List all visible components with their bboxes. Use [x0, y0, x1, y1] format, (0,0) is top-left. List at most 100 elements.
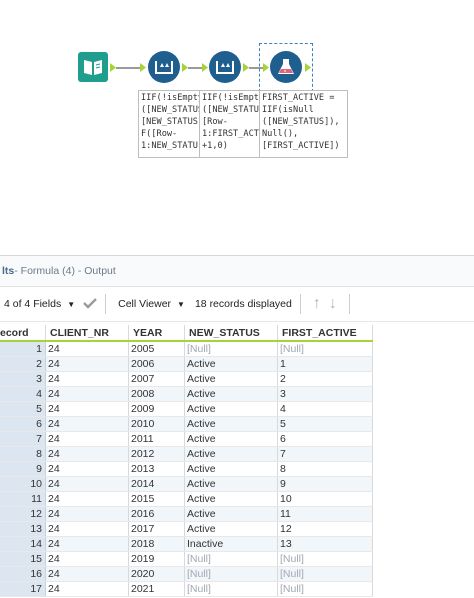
- record-number-cell[interactable]: 3: [0, 371, 46, 387]
- table-row[interactable]: 7 24 2011 Active 6: [0, 431, 373, 447]
- table-row[interactable]: 13 24 2017 Active 12: [0, 521, 373, 537]
- input-anchor[interactable]: [140, 63, 146, 72]
- first-active-cell[interactable]: 3: [277, 386, 373, 402]
- first-active-cell[interactable]: [Null]: [277, 581, 373, 597]
- new-status-cell[interactable]: Active: [184, 491, 278, 507]
- client-nr-cell[interactable]: 24: [45, 401, 129, 417]
- year-cell[interactable]: 2007: [128, 371, 185, 387]
- table-row[interactable]: 6 24 2010 Active 5: [0, 416, 373, 432]
- first-active-cell[interactable]: 5: [277, 416, 373, 432]
- client-nr-cell[interactable]: 24: [45, 356, 129, 372]
- client-nr-cell[interactable]: 24: [45, 551, 129, 567]
- record-number-cell[interactable]: 13: [0, 521, 46, 537]
- formula-tool[interactable]: [270, 51, 302, 83]
- record-number-cell[interactable]: 8: [0, 446, 46, 462]
- multi-row-formula-tool-1[interactable]: [148, 51, 180, 83]
- new-status-cell[interactable]: Active: [184, 386, 278, 402]
- first-active-cell[interactable]: 11: [277, 506, 373, 522]
- table-row[interactable]: 5 24 2009 Active 4: [0, 401, 373, 417]
- table-row[interactable]: 9 24 2013 Active 8: [0, 461, 373, 477]
- year-cell[interactable]: 2019: [128, 551, 185, 567]
- new-status-cell[interactable]: [Null]: [184, 566, 278, 582]
- new-status-cell[interactable]: [Null]: [184, 341, 278, 357]
- first-active-cell[interactable]: [Null]: [277, 566, 373, 582]
- client-nr-cell[interactable]: 24: [45, 446, 129, 462]
- new-status-cell[interactable]: Active: [184, 416, 278, 432]
- new-status-cell[interactable]: Inactive: [184, 536, 278, 552]
- input-data-tool[interactable]: [78, 52, 108, 82]
- record-number-cell[interactable]: 15: [0, 551, 46, 567]
- first-active-cell[interactable]: [Null]: [277, 341, 373, 357]
- client-nr-cell[interactable]: 24: [45, 581, 129, 597]
- new-status-cell[interactable]: Active: [184, 431, 278, 447]
- new-status-cell[interactable]: [Null]: [184, 581, 278, 597]
- client-nr-cell[interactable]: 24: [45, 506, 129, 522]
- table-row[interactable]: 4 24 2008 Active 3: [0, 386, 373, 402]
- year-cell[interactable]: 2006: [128, 356, 185, 372]
- table-row[interactable]: 14 24 2018 Inactive 13: [0, 536, 373, 552]
- first-active-cell[interactable]: 7: [277, 446, 373, 462]
- new-status-cell[interactable]: Active: [184, 476, 278, 492]
- new-status-cell[interactable]: Active: [184, 461, 278, 477]
- table-row[interactable]: 3 24 2007 Active 2: [0, 371, 373, 387]
- table-row[interactable]: 8 24 2012 Active 7: [0, 446, 373, 462]
- year-cell[interactable]: 2010: [128, 416, 185, 432]
- first-active-cell[interactable]: [Null]: [277, 551, 373, 567]
- checkmark-icon[interactable]: [83, 297, 97, 312]
- record-number-cell[interactable]: 10: [0, 476, 46, 492]
- client-nr-cell[interactable]: 24: [45, 341, 129, 357]
- first-active-cell[interactable]: 13: [277, 536, 373, 552]
- multi-row-formula-tool-2[interactable]: [209, 51, 241, 83]
- record-number-cell[interactable]: 16: [0, 566, 46, 582]
- record-number-cell[interactable]: 2: [0, 356, 46, 372]
- record-number-cell[interactable]: 6: [0, 416, 46, 432]
- fields-selector[interactable]: 4 of 4 Fields ▼: [4, 298, 75, 310]
- first-active-cell[interactable]: 10: [277, 491, 373, 507]
- new-status-cell[interactable]: Active: [184, 371, 278, 387]
- first-active-cell[interactable]: 6: [277, 431, 373, 447]
- client-nr-cell[interactable]: 24: [45, 491, 129, 507]
- table-row[interactable]: 15 24 2019 [Null] [Null]: [0, 551, 373, 567]
- year-cell[interactable]: 2012: [128, 446, 185, 462]
- client-nr-cell[interactable]: 24: [45, 416, 129, 432]
- first-active-cell[interactable]: 12: [277, 521, 373, 537]
- client-nr-cell[interactable]: 24: [45, 386, 129, 402]
- new-status-cell[interactable]: Active: [184, 506, 278, 522]
- column-header-year[interactable]: YEAR: [128, 325, 185, 342]
- workflow-canvas[interactable]: IIF(!isEmpty ([NEW_STATUS] [NEW_STATUS F…: [0, 0, 474, 255]
- year-cell[interactable]: 2017: [128, 521, 185, 537]
- table-row[interactable]: 17 24 2021 [Null] [Null]: [0, 581, 373, 597]
- year-cell[interactable]: 2018: [128, 536, 185, 552]
- first-active-cell[interactable]: 9: [277, 476, 373, 492]
- record-number-cell[interactable]: 14: [0, 536, 46, 552]
- table-row[interactable]: 10 24 2014 Active 9: [0, 476, 373, 492]
- cell-viewer-selector[interactable]: Cell Viewer ▼: [118, 298, 185, 310]
- record-number-cell[interactable]: 9: [0, 461, 46, 477]
- client-nr-cell[interactable]: 24: [45, 461, 129, 477]
- input-anchor[interactable]: [202, 63, 208, 72]
- new-status-cell[interactable]: Active: [184, 521, 278, 537]
- client-nr-cell[interactable]: 24: [45, 476, 129, 492]
- year-cell[interactable]: 2011: [128, 431, 185, 447]
- new-status-cell[interactable]: [Null]: [184, 551, 278, 567]
- record-number-cell[interactable]: 11: [0, 491, 46, 507]
- arrow-down-icon[interactable]: ↓: [329, 295, 337, 313]
- year-cell[interactable]: 2016: [128, 506, 185, 522]
- new-status-cell[interactable]: Active: [184, 356, 278, 372]
- client-nr-cell[interactable]: 24: [45, 431, 129, 447]
- column-header-client-nr[interactable]: CLIENT_NR: [45, 325, 129, 342]
- column-header-new-status[interactable]: NEW_STATUS: [184, 325, 278, 342]
- new-status-cell[interactable]: Active: [184, 401, 278, 417]
- year-cell[interactable]: 2020: [128, 566, 185, 582]
- first-active-cell[interactable]: 2: [277, 371, 373, 387]
- year-cell[interactable]: 2005: [128, 341, 185, 357]
- table-row[interactable]: 11 24 2015 Active 10: [0, 491, 373, 507]
- client-nr-cell[interactable]: 24: [45, 536, 129, 552]
- arrow-up-icon[interactable]: ↑: [313, 295, 321, 313]
- year-cell[interactable]: 2015: [128, 491, 185, 507]
- year-cell[interactable]: 2009: [128, 401, 185, 417]
- client-nr-cell[interactable]: 24: [45, 566, 129, 582]
- year-cell[interactable]: 2014: [128, 476, 185, 492]
- record-number-cell[interactable]: 17: [0, 581, 46, 597]
- table-row[interactable]: 16 24 2020 [Null] [Null]: [0, 566, 373, 582]
